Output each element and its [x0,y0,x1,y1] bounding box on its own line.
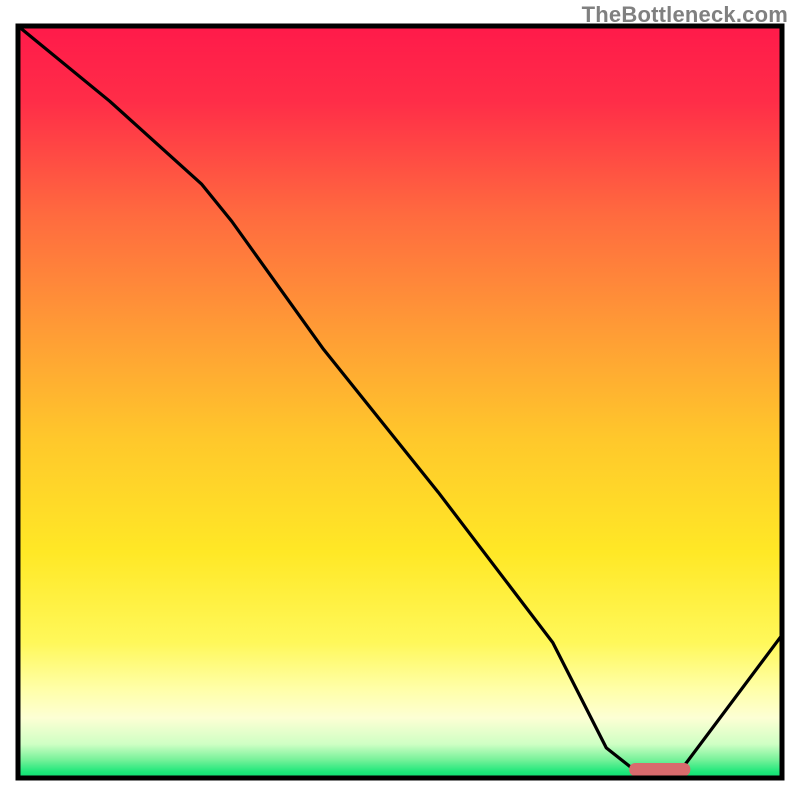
watermark-text: TheBottleneck.com [582,2,788,28]
bottleneck-chart [0,0,800,800]
optimal-range-marker [629,763,690,776]
chart-container: TheBottleneck.com [0,0,800,800]
plot-background-gradient [18,26,782,778]
